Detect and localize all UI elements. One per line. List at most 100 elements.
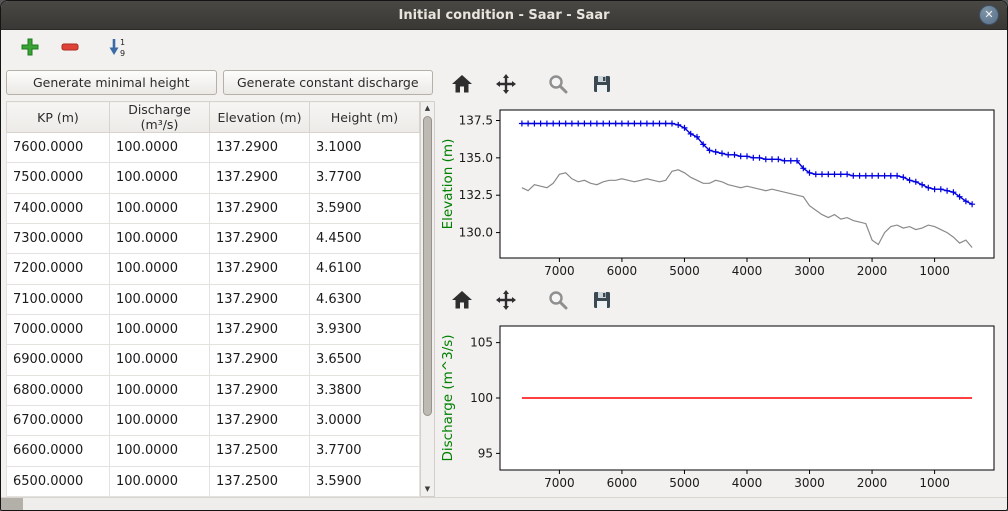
close-button[interactable]: ✕ <box>979 5 999 25</box>
generate-minimal-height-button[interactable]: Generate minimal height <box>6 70 217 95</box>
svg-text:Discharge (m^3/s): Discharge (m^3/s) <box>440 335 456 462</box>
zoom-button-2[interactable] <box>544 287 572 315</box>
svg-text:1000: 1000 <box>919 476 950 490</box>
svg-text:5000: 5000 <box>669 264 700 278</box>
table-cell[interactable]: 137.2900 <box>210 254 310 284</box>
table-scrollbar[interactable]: ▲ ▼ <box>420 101 435 497</box>
home-button[interactable] <box>448 71 476 99</box>
svg-text:Elevation (m): Elevation (m) <box>440 139 456 230</box>
table-cell[interactable]: 4.6100 <box>310 254 420 284</box>
sort-ascending-icon: 1 9 <box>107 36 129 61</box>
col-header-elevation[interactable]: Elevation (m) <box>210 102 310 133</box>
table-cell[interactable]: 3.0000 <box>310 405 420 435</box>
resize-grip[interactable] <box>1 498 23 510</box>
table-cell[interactable]: 100.0000 <box>110 284 210 314</box>
table-cell[interactable]: 100.0000 <box>110 133 210 163</box>
svg-text:130.0: 130.0 <box>459 226 493 240</box>
table-cell[interactable]: 3.3800 <box>310 375 420 405</box>
table-cell[interactable]: 6700.0000 <box>7 405 110 435</box>
table-cell[interactable]: 137.2900 <box>210 133 310 163</box>
scroll-down-icon[interactable]: ▼ <box>425 483 430 496</box>
table-cell[interactable]: 7100.0000 <box>7 284 110 314</box>
save-button[interactable] <box>588 71 616 99</box>
table-cell[interactable]: 7400.0000 <box>7 193 110 223</box>
table-cell[interactable]: 137.2900 <box>210 284 310 314</box>
table-cell[interactable]: 100.0000 <box>110 193 210 223</box>
table-cell[interactable]: 100.0000 <box>110 436 210 466</box>
window-title: Initial condition - Saar - Saar <box>398 8 609 23</box>
svg-text:6000: 6000 <box>607 264 638 278</box>
main-toolbar: 1 9 <box>1 30 1007 66</box>
table-cell[interactable]: 4.4500 <box>310 223 420 253</box>
table-cell[interactable]: 100.0000 <box>110 254 210 284</box>
table-cell[interactable]: 137.2900 <box>210 375 310 405</box>
elevation-chart[interactable]: 7000600050004000300020001000130.0132.513… <box>438 102 1004 284</box>
table-cell[interactable]: 137.2900 <box>210 314 310 344</box>
table-cell[interactable]: 137.2500 <box>210 466 310 496</box>
table-cell[interactable]: 3.5900 <box>310 466 420 496</box>
table-cell[interactable]: 7000.0000 <box>7 314 110 344</box>
table-cell[interactable]: 4.6300 <box>310 284 420 314</box>
table-row: 7400.0000100.0000137.29003.5900 <box>7 193 420 223</box>
table-cell[interactable]: 3.7700 <box>310 436 420 466</box>
col-header-discharge[interactable]: Discharge (m³/s) <box>110 102 210 133</box>
app-window: Initial condition - Saar - Saar ✕ 1 9 <box>0 0 1008 511</box>
table-row: 6800.0000100.0000137.29003.3800 <box>7 375 420 405</box>
generate-constant-discharge-button[interactable]: Generate constant discharge <box>223 70 434 95</box>
table-cell[interactable]: 3.5900 <box>310 193 420 223</box>
svg-text:5000: 5000 <box>669 476 700 490</box>
table-cell[interactable]: 6600.0000 <box>7 436 110 466</box>
svg-text:2000: 2000 <box>857 264 888 278</box>
home-icon <box>451 289 473 314</box>
add-row-button[interactable] <box>15 33 45 63</box>
table-cell[interactable]: 100.0000 <box>110 345 210 375</box>
zoom-button[interactable] <box>544 71 572 99</box>
table-cell[interactable]: 100.0000 <box>110 223 210 253</box>
pan-button-2[interactable] <box>492 287 520 315</box>
table-cell[interactable]: 137.2900 <box>210 163 310 193</box>
table-cell[interactable]: 137.2900 <box>210 223 310 253</box>
generator-buttons: Generate minimal height Generate constan… <box>6 66 435 101</box>
titlebar[interactable]: Initial condition - Saar - Saar ✕ <box>1 1 1007 30</box>
left-panel: Generate minimal height Generate constan… <box>1 66 435 497</box>
table-cell[interactable]: 7600.0000 <box>7 133 110 163</box>
table-cell[interactable]: 100.0000 <box>110 375 210 405</box>
table-row: 6600.0000100.0000137.25003.7700 <box>7 436 420 466</box>
charts-panel: 7000600050004000300020001000130.0132.513… <box>435 66 1008 497</box>
pan-button[interactable] <box>492 71 520 99</box>
table-cell[interactable]: 100.0000 <box>110 405 210 435</box>
table-cell[interactable]: 6500.0000 <box>7 466 110 496</box>
table-cell[interactable]: 100.0000 <box>110 466 210 496</box>
sort-rows-button[interactable]: 1 9 <box>103 33 133 63</box>
discharge-nav-toolbar <box>438 284 1004 318</box>
col-header-kp[interactable]: KP (m) <box>7 102 110 133</box>
svg-text:3000: 3000 <box>794 264 825 278</box>
table-cell[interactable]: 7500.0000 <box>7 163 110 193</box>
table-header-row: KP (m) Discharge (m³/s) Elevation (m) He… <box>7 102 420 133</box>
table-cell[interactable]: 137.2900 <box>210 345 310 375</box>
table-cell[interactable]: 137.2500 <box>210 436 310 466</box>
table-cell[interactable]: 137.2900 <box>210 405 310 435</box>
svg-text:7000: 7000 <box>544 264 575 278</box>
scroll-up-icon[interactable]: ▲ <box>425 102 430 115</box>
svg-text:2000: 2000 <box>857 476 888 490</box>
table-cell[interactable]: 100.0000 <box>110 314 210 344</box>
scrollbar-thumb[interactable] <box>423 116 432 416</box>
table-cell[interactable]: 3.1000 <box>310 133 420 163</box>
move-arrows-icon <box>495 289 517 314</box>
table-cell[interactable]: 3.6500 <box>310 345 420 375</box>
table-cell[interactable]: 3.9300 <box>310 314 420 344</box>
table-cell[interactable]: 137.2900 <box>210 193 310 223</box>
table-cell[interactable]: 7200.0000 <box>7 254 110 284</box>
discharge-chart[interactable]: 700060005000400030002000100095100105Disc… <box>438 318 1004 497</box>
table-cell[interactable]: 6800.0000 <box>7 375 110 405</box>
table-cell[interactable]: 3.7700 <box>310 163 420 193</box>
table-area: KP (m) Discharge (m³/s) Elevation (m) He… <box>6 101 435 497</box>
table-cell[interactable]: 6900.0000 <box>7 345 110 375</box>
table-cell[interactable]: 7300.0000 <box>7 223 110 253</box>
table-cell[interactable]: 100.0000 <box>110 163 210 193</box>
save-button-2[interactable] <box>588 287 616 315</box>
delete-row-button[interactable] <box>55 33 85 63</box>
home-button-2[interactable] <box>448 287 476 315</box>
col-header-height[interactable]: Height (m) <box>310 102 420 133</box>
